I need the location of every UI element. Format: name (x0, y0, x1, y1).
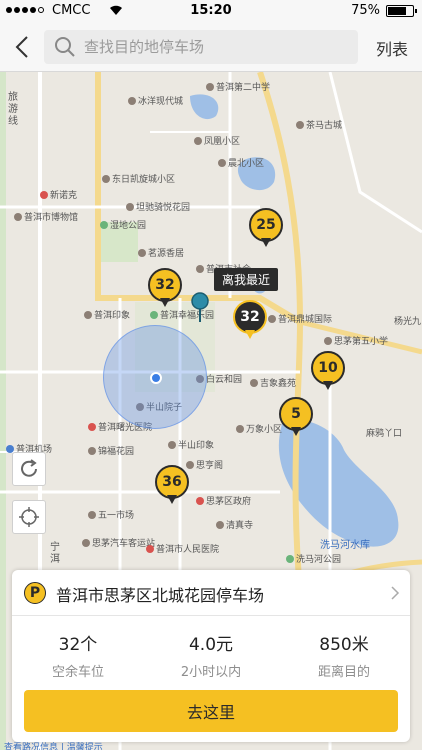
park-icon (100, 220, 108, 229)
poi[interactable]: 湿地公园 (100, 218, 146, 231)
go-here-button[interactable]: 去这里 (24, 690, 398, 732)
destination-pin-icon[interactable] (190, 292, 210, 322)
search-icon (55, 37, 75, 57)
poi-icon (102, 174, 110, 183)
poi-icon (128, 96, 136, 105)
poi[interactable]: 东日凯旋城小区 (102, 172, 175, 185)
poi[interactable]: 茶马古城 (296, 118, 342, 131)
poi[interactable]: 凤凰小区 (194, 134, 240, 147)
poi[interactable]: 冰洋现代城 (128, 94, 183, 107)
top-nav-bar: 列表 (0, 22, 422, 72)
poi-icon (168, 440, 176, 449)
poi-icon (268, 314, 276, 323)
poi[interactable]: 杨光九 (394, 314, 421, 327)
nearest-tooltip: 离我最近 (214, 268, 279, 291)
poi[interactable]: 普洱市人民医院 (146, 542, 219, 555)
search-input[interactable] (84, 30, 352, 64)
battery-icon (386, 5, 417, 17)
poi-icon (88, 446, 96, 455)
poi-icon (84, 310, 92, 319)
poi[interactable]: 普洱鼎城国际 (268, 312, 332, 325)
poi-icon (216, 520, 224, 529)
hospital-icon (146, 544, 154, 553)
chevron-right-icon[interactable] (388, 584, 402, 602)
poi[interactable]: 万象小区 (236, 422, 282, 435)
poi[interactable]: 洗马河水库 (320, 536, 370, 551)
poi-icon (138, 248, 146, 257)
parking-marker[interactable]: 5 (279, 397, 313, 437)
park-icon (150, 310, 158, 319)
card-header[interactable]: P 普洱市思茅区北城花园停车场 (12, 570, 410, 616)
poi-icon (14, 212, 22, 221)
poi[interactable]: 半山印象 (168, 438, 214, 451)
poi-icon (236, 424, 244, 433)
poi[interactable]: 五一市场 (88, 508, 134, 521)
park-icon (286, 554, 294, 563)
poi[interactable]: 坦驰骑悦花园 (126, 200, 190, 213)
search-box[interactable] (44, 30, 358, 64)
poi-icon (196, 264, 204, 273)
status-bar: CMCC 15:20 75% (0, 0, 422, 22)
poi[interactable]: 思茅区政府 (196, 494, 251, 507)
road-label-lvyou: 旅游线 (8, 92, 18, 127)
stat-distance: 850米 距离目的 (317, 635, 370, 680)
poi[interactable]: 茗源香居 (138, 246, 184, 259)
locate-me-button[interactable] (12, 500, 46, 534)
refresh-button[interactable] (12, 452, 46, 486)
poi[interactable]: 思茅汽车客运站 (82, 536, 155, 549)
poi-icon (40, 190, 48, 199)
poi-icon (250, 378, 258, 387)
parking-lot-name: 普洱市思茅区北城花园停车场 (56, 586, 265, 605)
stat-price: 4.0元 2小时以内 (180, 635, 242, 680)
poi-icon (82, 538, 90, 547)
back-button[interactable] (8, 30, 38, 64)
poi[interactable]: 锦福花园 (88, 444, 134, 457)
parking-marker[interactable]: 10 (311, 351, 345, 391)
poi[interactable]: 普洱印象 (84, 308, 130, 321)
hospital-icon (88, 422, 96, 431)
poi[interactable]: 普洱第二中学 (206, 80, 270, 93)
poi[interactable]: 思茅第五小学 (324, 334, 388, 347)
poi-icon (88, 510, 96, 519)
map-footer-strip: 查看路况信息 | 温馨提示 (4, 743, 103, 750)
parking-marker[interactable]: 32 (148, 268, 182, 308)
poi[interactable]: 晨北小区 (218, 156, 264, 169)
crosshair-icon (19, 507, 39, 527)
parking-p-icon: P (24, 582, 46, 604)
current-location-dot (150, 372, 162, 384)
poi[interactable]: 新诺克 (40, 188, 77, 201)
poi[interactable]: 思亨阁 (186, 458, 223, 471)
poi-icon (194, 136, 202, 145)
poi[interactable]: 吉象鑫苑 (250, 376, 296, 389)
poi-icon (296, 120, 304, 129)
poi[interactable]: 清真寺 (216, 518, 253, 531)
stat-free-spaces: 32个 空余车位 (51, 635, 104, 680)
chevron-left-icon (15, 36, 28, 58)
poi[interactable]: 普洱市博物馆 (14, 210, 78, 223)
parking-marker[interactable]: 25 (249, 208, 283, 248)
battery-percent: 75% (351, 3, 380, 18)
parking-info-card[interactable]: P 普洱市思茅区北城花园停车场 32个 空余车位 4.0元 2小时以内 850米… (12, 570, 410, 742)
parking-marker[interactable]: 36 (155, 465, 189, 505)
poi-icon (126, 202, 134, 211)
refresh-icon (21, 459, 37, 477)
road-label-ning: 宁洱 (50, 542, 60, 565)
poi[interactable]: 洗马河公园 (286, 552, 341, 565)
poi-icon (206, 82, 214, 91)
list-view-button[interactable]: 列表 (376, 36, 408, 60)
gov-icon (196, 496, 204, 505)
parking-marker-selected[interactable]: 32 (233, 300, 267, 340)
poi[interactable]: 麻鸦丫口 (366, 426, 402, 439)
poi-icon (324, 336, 332, 345)
poi-icon (218, 158, 226, 167)
